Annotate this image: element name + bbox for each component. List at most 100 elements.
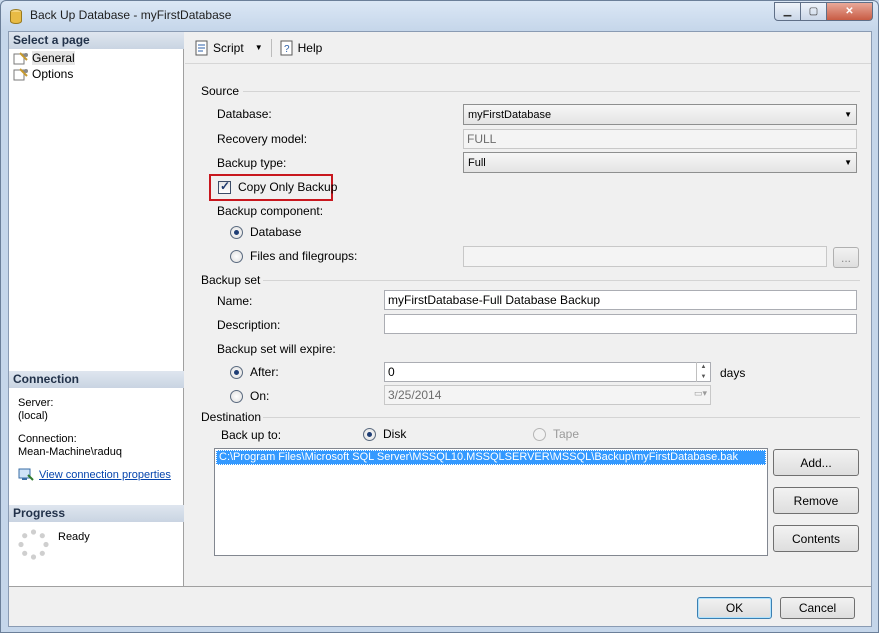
progress-spinner-icon xyxy=(18,529,49,560)
contents-button[interactable]: Contents xyxy=(773,525,859,552)
destination-group-label: Destination xyxy=(201,410,262,424)
help-button[interactable]: ? Help xyxy=(276,38,326,58)
radio-unselected-icon xyxy=(230,249,243,263)
page-item-general[interactable]: General xyxy=(13,51,75,65)
connection-header: Connection xyxy=(9,371,184,388)
database-app-icon xyxy=(10,9,22,24)
name-label: Name: xyxy=(217,294,253,308)
backup-component-label: Backup component: xyxy=(217,204,324,218)
ok-button[interactable]: OK xyxy=(697,597,772,619)
component-database-label: Database xyxy=(250,225,302,239)
minimize-icon: ▁ xyxy=(783,6,792,17)
progress-status: Ready xyxy=(58,531,90,543)
backup-type-select-value: Full xyxy=(468,156,486,169)
expire-date-picker[interactable]: 3/25/2014 ▭▾ xyxy=(384,385,711,405)
backup-set-group-label: Backup set xyxy=(201,273,261,287)
destination-disk-radio[interactable]: Disk xyxy=(363,427,406,441)
window-controls: ▁ ▢ ✕ xyxy=(774,2,873,21)
checkbox-checked-icon xyxy=(218,179,231,194)
script-icon xyxy=(195,40,208,55)
select-page-header: Select a page xyxy=(9,32,184,49)
expire-on-radio[interactable]: On: xyxy=(230,389,269,403)
progress-header: Progress xyxy=(9,505,184,522)
backup-database-window: Back Up Database - myFirstDatabase ▁ ▢ ✕… xyxy=(0,0,879,633)
radio-selected-icon xyxy=(230,365,243,379)
expire-days-stepper[interactable]: ▲ ▼ xyxy=(696,362,710,382)
radio-selected-icon xyxy=(230,225,243,239)
destination-tape-radio[interactable]: Tape xyxy=(533,427,579,441)
component-files-label: Files and filegroups: xyxy=(250,249,358,263)
source-divider xyxy=(243,91,860,92)
list-item[interactable]: C:\Program Files\Microsoft SQL Server\MS… xyxy=(216,450,766,465)
page-wrench-icon xyxy=(13,51,29,65)
footer-divider xyxy=(9,586,871,587)
maximize-button[interactable]: ▢ xyxy=(801,2,827,21)
cancel-button[interactable]: Cancel xyxy=(780,597,855,619)
expire-after-radio[interactable]: After: xyxy=(230,365,279,379)
backup-type-label: Backup type: xyxy=(217,156,287,170)
expire-days-input[interactable]: 0 xyxy=(384,362,711,382)
view-connection-properties-link[interactable]: View connection properties xyxy=(18,468,171,482)
page-item-options[interactable]: Options xyxy=(13,67,73,81)
maximize-icon: ▢ xyxy=(808,6,819,17)
backup-type-select[interactable]: Full ▼ xyxy=(463,152,857,173)
expire-label: Backup set will expire: xyxy=(217,342,336,356)
backup-name-input[interactable]: myFirstDatabase-Full Database Backup xyxy=(384,290,857,310)
help-icon: ? xyxy=(280,40,293,55)
source-group-label: Source xyxy=(201,84,240,98)
view-connection-properties-text: View connection properties xyxy=(39,469,171,481)
on-label: On: xyxy=(250,389,270,403)
radio-selected-icon xyxy=(363,427,376,441)
server-value: (local) xyxy=(18,410,48,422)
description-label: Description: xyxy=(217,318,281,332)
connection-value: Mean-Machine\raduq xyxy=(18,446,122,458)
toolbar: Script ▼ ? Help xyxy=(185,32,871,64)
left-pane: Select a page General Options Connection… xyxy=(9,32,184,586)
stepper-up-icon[interactable]: ▲ xyxy=(697,362,710,372)
after-label: After: xyxy=(250,365,279,379)
component-database-radio[interactable]: Database xyxy=(230,225,301,239)
page-wrench-icon xyxy=(13,67,29,81)
page-item-label: Options xyxy=(32,67,74,81)
destination-list[interactable]: C:\Program Files\Microsoft SQL Server\MS… xyxy=(214,448,768,556)
database-label: Database: xyxy=(217,107,272,121)
radio-unselected-icon xyxy=(230,389,243,403)
destination-divider xyxy=(263,417,860,418)
dialog-client: Select a page General Options Connection… xyxy=(8,31,872,627)
filegroups-field xyxy=(463,246,827,267)
script-button[interactable]: Script xyxy=(191,38,247,58)
remove-destination-button[interactable]: Remove xyxy=(773,487,859,514)
stepper-down-icon[interactable]: ▼ xyxy=(697,372,710,382)
description-input[interactable] xyxy=(384,314,857,334)
database-select-value: myFirstDatabase xyxy=(468,108,552,121)
help-label: Help xyxy=(297,40,323,55)
chevron-down-icon: ▼ xyxy=(844,158,852,167)
browse-filegroups-button[interactable]: ... xyxy=(833,247,859,268)
radio-disabled-icon xyxy=(533,427,546,441)
calendar-dropdown-icon: ▭▾ xyxy=(693,388,707,398)
connection-label: Connection: xyxy=(18,433,77,445)
page-item-label: General xyxy=(32,51,75,65)
script-label: Script xyxy=(213,40,244,55)
recovery-model-label: Recovery model: xyxy=(217,132,308,146)
chevron-down-icon: ▼ xyxy=(844,110,852,119)
expire-date-value: 3/25/2014 xyxy=(388,388,442,402)
disk-label: Disk xyxy=(383,427,407,441)
script-dropdown-chevron-down-icon[interactable]: ▼ xyxy=(255,43,263,52)
minimize-button[interactable]: ▁ xyxy=(774,2,801,21)
close-button[interactable]: ✕ xyxy=(827,2,873,21)
server-label: Server: xyxy=(18,397,54,409)
back-up-to-label: Back up to: xyxy=(221,428,282,442)
component-files-radio[interactable]: Files and filegroups: xyxy=(230,249,357,263)
connection-properties-icon xyxy=(18,468,34,481)
backup-set-divider xyxy=(263,280,860,281)
copy-only-backup-checkbox[interactable]: Copy Only Backup xyxy=(218,179,338,194)
days-label: days xyxy=(720,366,746,380)
svg-text:?: ? xyxy=(284,44,290,55)
database-select[interactable]: myFirstDatabase ▼ xyxy=(463,104,857,125)
copy-only-backup-label: Copy Only Backup xyxy=(238,180,338,194)
general-page: Script ▼ ? Help Source Database: myFirst… xyxy=(185,32,871,586)
title-bar[interactable]: Back Up Database - myFirstDatabase ▁ ▢ ✕ xyxy=(1,1,878,31)
add-destination-button[interactable]: Add... xyxy=(773,449,859,476)
window-title: Back Up Database - myFirstDatabase xyxy=(30,8,232,22)
